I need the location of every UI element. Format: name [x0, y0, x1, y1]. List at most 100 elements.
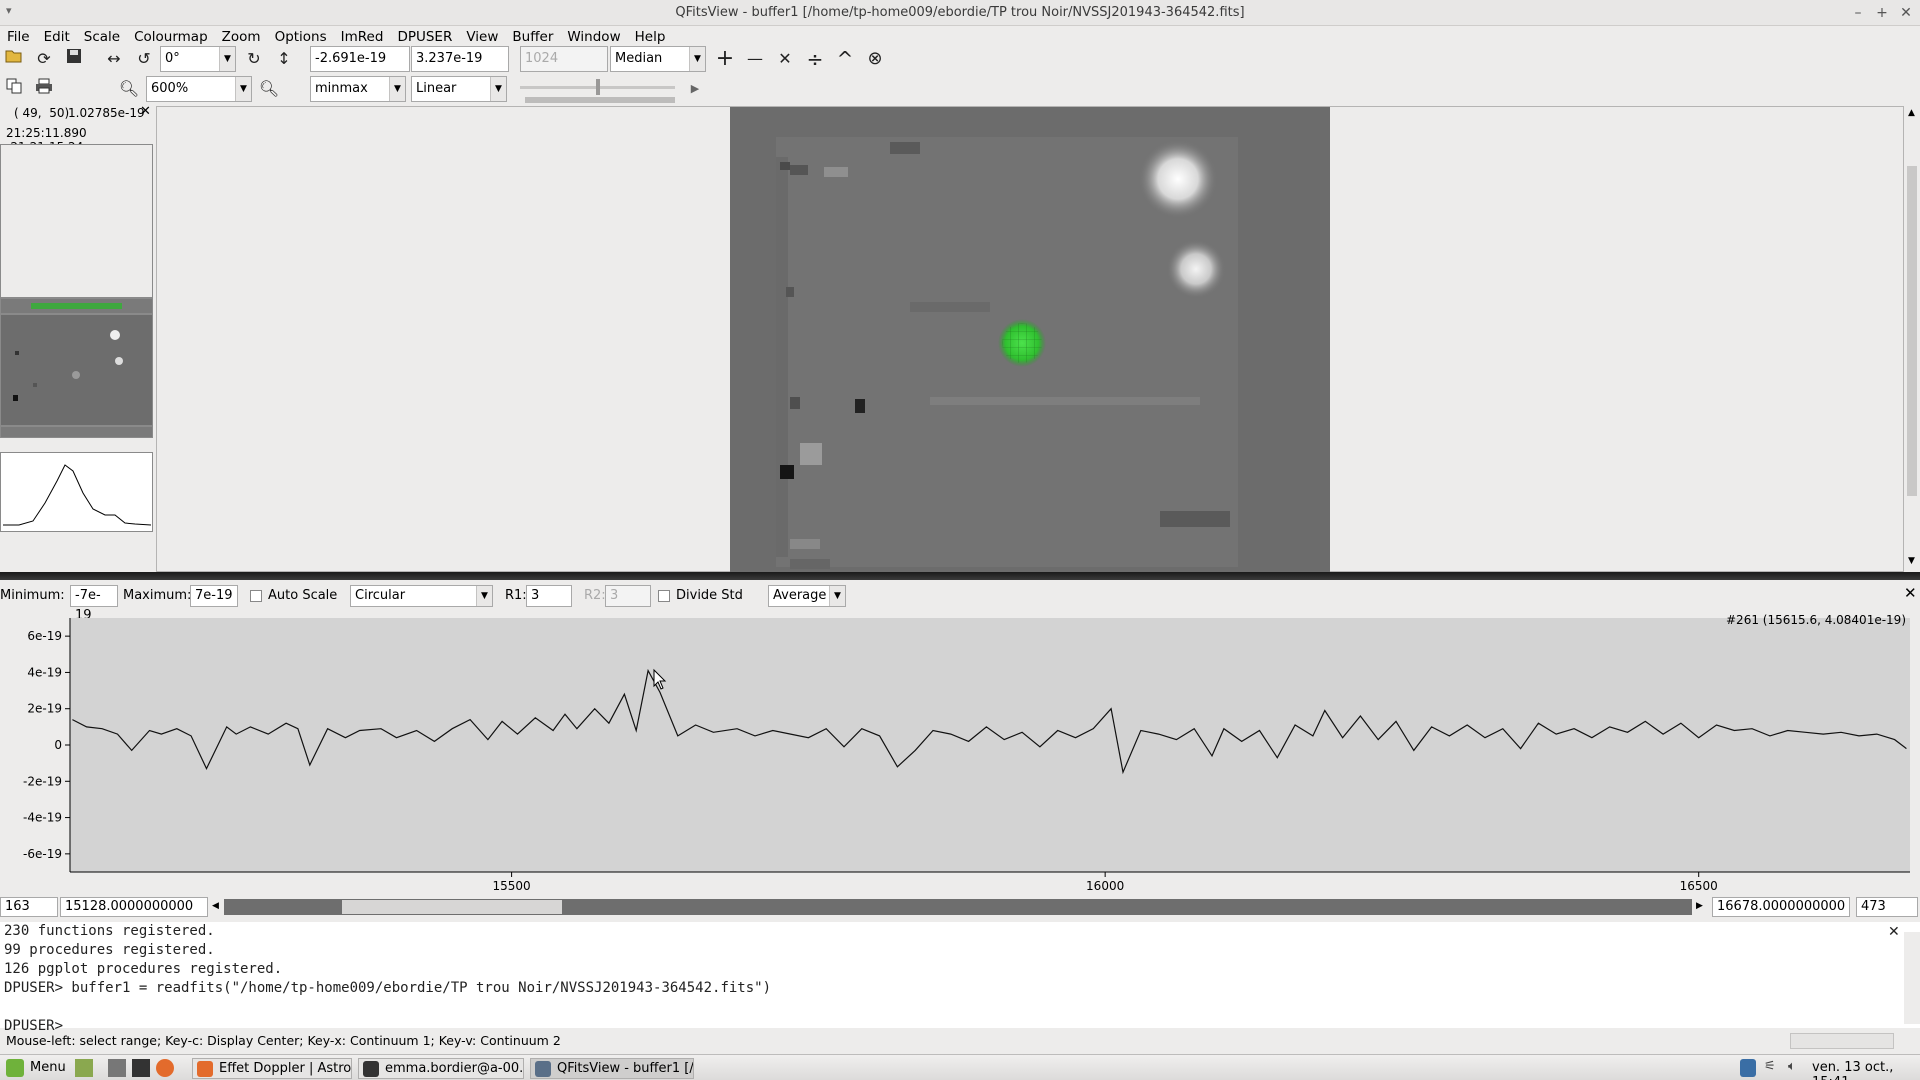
frame-scrollbar[interactable] — [525, 97, 675, 103]
menu-view[interactable]: View — [459, 26, 505, 47]
close-icon[interactable]: ✕ — [1888, 924, 1900, 940]
clear-button[interactable]: ⊗ — [862, 46, 888, 72]
show-desktop-icon[interactable] — [75, 1059, 93, 1077]
overview-thumbnail[interactable] — [0, 314, 153, 426]
max-value-field[interactable]: 3.237e-19 — [411, 46, 509, 72]
flip-vertical-icon[interactable]: ↕ — [271, 46, 297, 72]
task-label: Effet Doppler | Astro... — [219, 1061, 352, 1076]
close-icon[interactable]: ✕ — [140, 104, 151, 119]
range-mode-select[interactable]: minmax ▼ — [310, 76, 406, 102]
plot-readout: #261 (15615.6, 4.08401e-19) — [1726, 613, 1906, 627]
y-tick-label: -4e-19 — [23, 811, 62, 825]
menu-buffer[interactable]: Buffer — [505, 26, 560, 47]
menu-window[interactable]: Window — [560, 26, 627, 47]
shield-icon[interactable] — [1740, 1059, 1756, 1077]
add-button[interactable]: + — [712, 46, 738, 72]
start-index-spinbox[interactable]: 163 — [0, 897, 58, 917]
task-qfitsview[interactable]: QFitsView - buffer1 [/... — [530, 1058, 694, 1079]
mint-menu-icon[interactable] — [6, 1059, 24, 1077]
menu-imred[interactable]: ImRed — [334, 26, 391, 47]
start-value-spinbox[interactable]: 15128.0000000000 — [60, 897, 208, 917]
copy-icon[interactable] — [1, 76, 27, 102]
range-scrollbar-thumb[interactable] — [342, 900, 562, 914]
open-icon[interactable] — [1, 46, 27, 72]
rotate-cw-icon[interactable]: ↻ — [241, 46, 267, 72]
zoom-select[interactable]: 600% ▼ — [146, 76, 252, 102]
zoom-fit-icon[interactable]: 🔍︎ — [256, 76, 282, 102]
menu-scale[interactable]: Scale — [77, 26, 127, 47]
frame-slider[interactable] — [520, 79, 675, 95]
menu-dpuser[interactable]: DPUSER — [390, 26, 459, 47]
menu-edit[interactable]: Edit — [37, 26, 77, 47]
end-index-spinbox[interactable]: 473 — [1856, 897, 1918, 917]
menu-options[interactable]: Options — [268, 26, 334, 47]
plot-area — [70, 618, 1910, 872]
menu-help[interactable]: Help — [628, 26, 673, 47]
firefox-icon[interactable] — [156, 1059, 174, 1077]
subtract-button[interactable]: — — [742, 46, 768, 72]
file-manager-icon[interactable] — [108, 1059, 126, 1077]
multiply-button[interactable]: ✕ — [772, 46, 798, 72]
scroll-up-icon[interactable]: ▲ — [1908, 108, 1915, 118]
scroll-down-icon[interactable]: ▼ — [1908, 556, 1915, 566]
combine-select[interactable]: Average ▼ — [768, 585, 846, 607]
divide-button[interactable]: ÷ — [802, 46, 828, 72]
divide-std-checkbox[interactable] — [658, 590, 670, 602]
rotate-ccw-icon[interactable]: ↺ — [131, 46, 157, 72]
minimum-label: Minimum: — [0, 588, 65, 603]
slider-handle[interactable] — [596, 79, 600, 95]
dpuser-console[interactable]: 230 functions registered. 99 procedures … — [0, 922, 1920, 1034]
spectrum-plot[interactable]: 6e-19 4e-19 2e-19 0 -2e-19 -4e-19 -6e-19 15500… — [0, 612, 1920, 902]
close-window-icon[interactable]: ✕ — [1896, 3, 1916, 23]
print-icon[interactable] — [31, 76, 57, 102]
close-icon[interactable]: ✕ — [1904, 584, 1917, 602]
fits-image[interactable] — [730, 107, 1330, 572]
power-button[interactable]: ^ — [832, 46, 858, 72]
cursor-value: 1.02785e-19 — [68, 106, 145, 120]
task-label: QFitsView - buffer1 [/... — [557, 1061, 694, 1076]
scroll-left-icon[interactable]: ◀ — [212, 901, 219, 911]
range-scrollbar[interactable] — [224, 899, 1692, 915]
chevron-down-icon: ▼ — [829, 586, 845, 606]
panel-splitter[interactable] — [0, 572, 1920, 580]
console-scrollbar[interactable] — [1904, 932, 1920, 1024]
task-terminal[interactable]: emma.bordier@a-00... — [358, 1058, 524, 1079]
r1-spinbox[interactable]: 3 — [526, 585, 572, 607]
maximum-field[interactable]: 7e-19 — [190, 585, 238, 607]
flip-horizontal-icon[interactable]: ↔ — [101, 46, 127, 72]
save-icon[interactable] — [61, 46, 87, 72]
status-bar: Mouse-left: select range; Key-c: Display… — [0, 1030, 1920, 1052]
spectrum-chart[interactable]: 6e-19 4e-19 2e-19 0 -2e-19 -4e-19 -6e-19 15500… — [0, 612, 1920, 902]
menu-button[interactable]: Menu — [30, 1060, 66, 1075]
maximize-icon[interactable]: + — [1872, 3, 1892, 23]
scale-mode-value: Linear — [416, 81, 457, 96]
play-button[interactable]: ▶ — [682, 76, 708, 102]
minimize-icon[interactable]: – — [1848, 3, 1868, 23]
menu-file[interactable]: File — [0, 26, 37, 47]
plot-controls: Minimum: -7e-19 Maximum: 7e-19 Auto Scal… — [0, 584, 1920, 623]
task-label: emma.bordier@a-00... — [385, 1061, 524, 1076]
filter-select[interactable]: Median ▼ — [610, 46, 706, 72]
scrollbar-thumb[interactable] — [1907, 166, 1917, 496]
end-value-spinbox[interactable]: 16678.0000000000 — [1712, 897, 1850, 917]
minimum-field[interactable]: -7e-19 — [70, 585, 118, 623]
menu-zoom[interactable]: Zoom — [215, 26, 268, 47]
range-mode-value: minmax — [315, 81, 368, 96]
terminal-icon[interactable] — [132, 1059, 150, 1077]
viewer-vertical-scrollbar[interactable]: ▲ ▼ — [1904, 106, 1920, 572]
reload-icon[interactable]: ⟳ — [31, 46, 57, 72]
network-icon[interactable]: ⚟ — [1764, 1059, 1782, 1077]
task-effet-doppler[interactable]: Effet Doppler | Astro... — [192, 1058, 352, 1079]
scale-mode-select[interactable]: Linear ▼ — [411, 76, 507, 102]
scroll-right-icon[interactable]: ▶ — [1696, 901, 1703, 911]
volume-icon[interactable]: 🔈︎ — [1788, 1059, 1806, 1077]
aperture-select[interactable]: Circular ▼ — [350, 585, 493, 607]
chevron-down-icon: ▼ — [219, 47, 235, 71]
zoom-icon[interactable]: 🔍︎ — [116, 76, 142, 102]
menu-colourmap[interactable]: Colourmap — [127, 26, 215, 47]
image-viewer[interactable] — [156, 106, 1904, 572]
min-value-field[interactable]: -2.691e-19 — [310, 46, 410, 72]
rotation-select[interactable]: 0° ▼ — [160, 46, 236, 72]
chevron-down-icon: ▼ — [490, 77, 506, 101]
auto-scale-checkbox[interactable] — [250, 590, 262, 602]
